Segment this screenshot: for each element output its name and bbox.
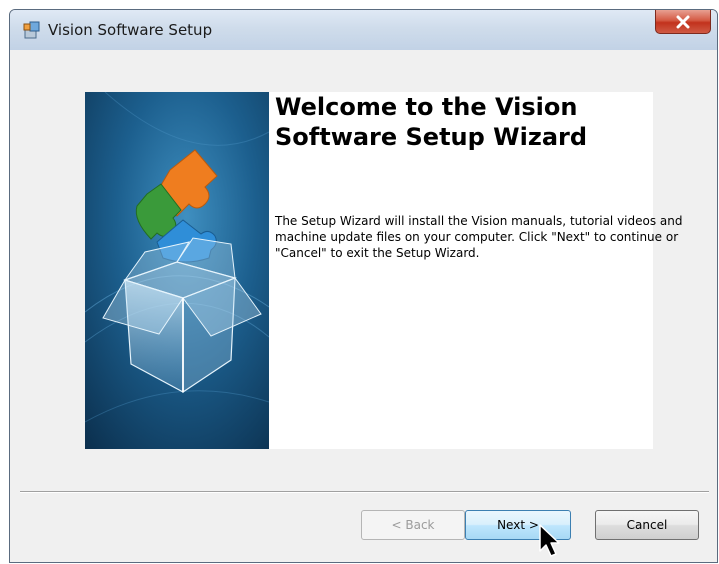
cancel-button[interactable]: Cancel <box>595 510 699 540</box>
close-button[interactable] <box>655 10 711 34</box>
welcome-description: The Setup Wizard will install the Vision… <box>275 214 683 260</box>
setup-installer-icon <box>22 20 42 40</box>
close-icon <box>676 15 690 29</box>
puzzle-box-illustration <box>85 92 269 449</box>
mouse-pointer-icon <box>539 524 560 557</box>
window-title: Vision Software Setup <box>48 21 213 39</box>
welcome-panel: Welcome to the Vision Software Setup Wiz… <box>269 92 682 449</box>
footer-separator <box>20 491 709 493</box>
title-bar: Vision Software Setup <box>10 10 717 51</box>
back-button[interactable]: < Back <box>361 510 465 540</box>
setup-window: Vision Software Setup Welcome to the Vis… <box>9 9 718 563</box>
welcome-title: Welcome to the Vision Software Setup Wiz… <box>275 93 588 151</box>
wizard-content: Welcome to the Vision Software Setup Wiz… <box>10 50 717 490</box>
